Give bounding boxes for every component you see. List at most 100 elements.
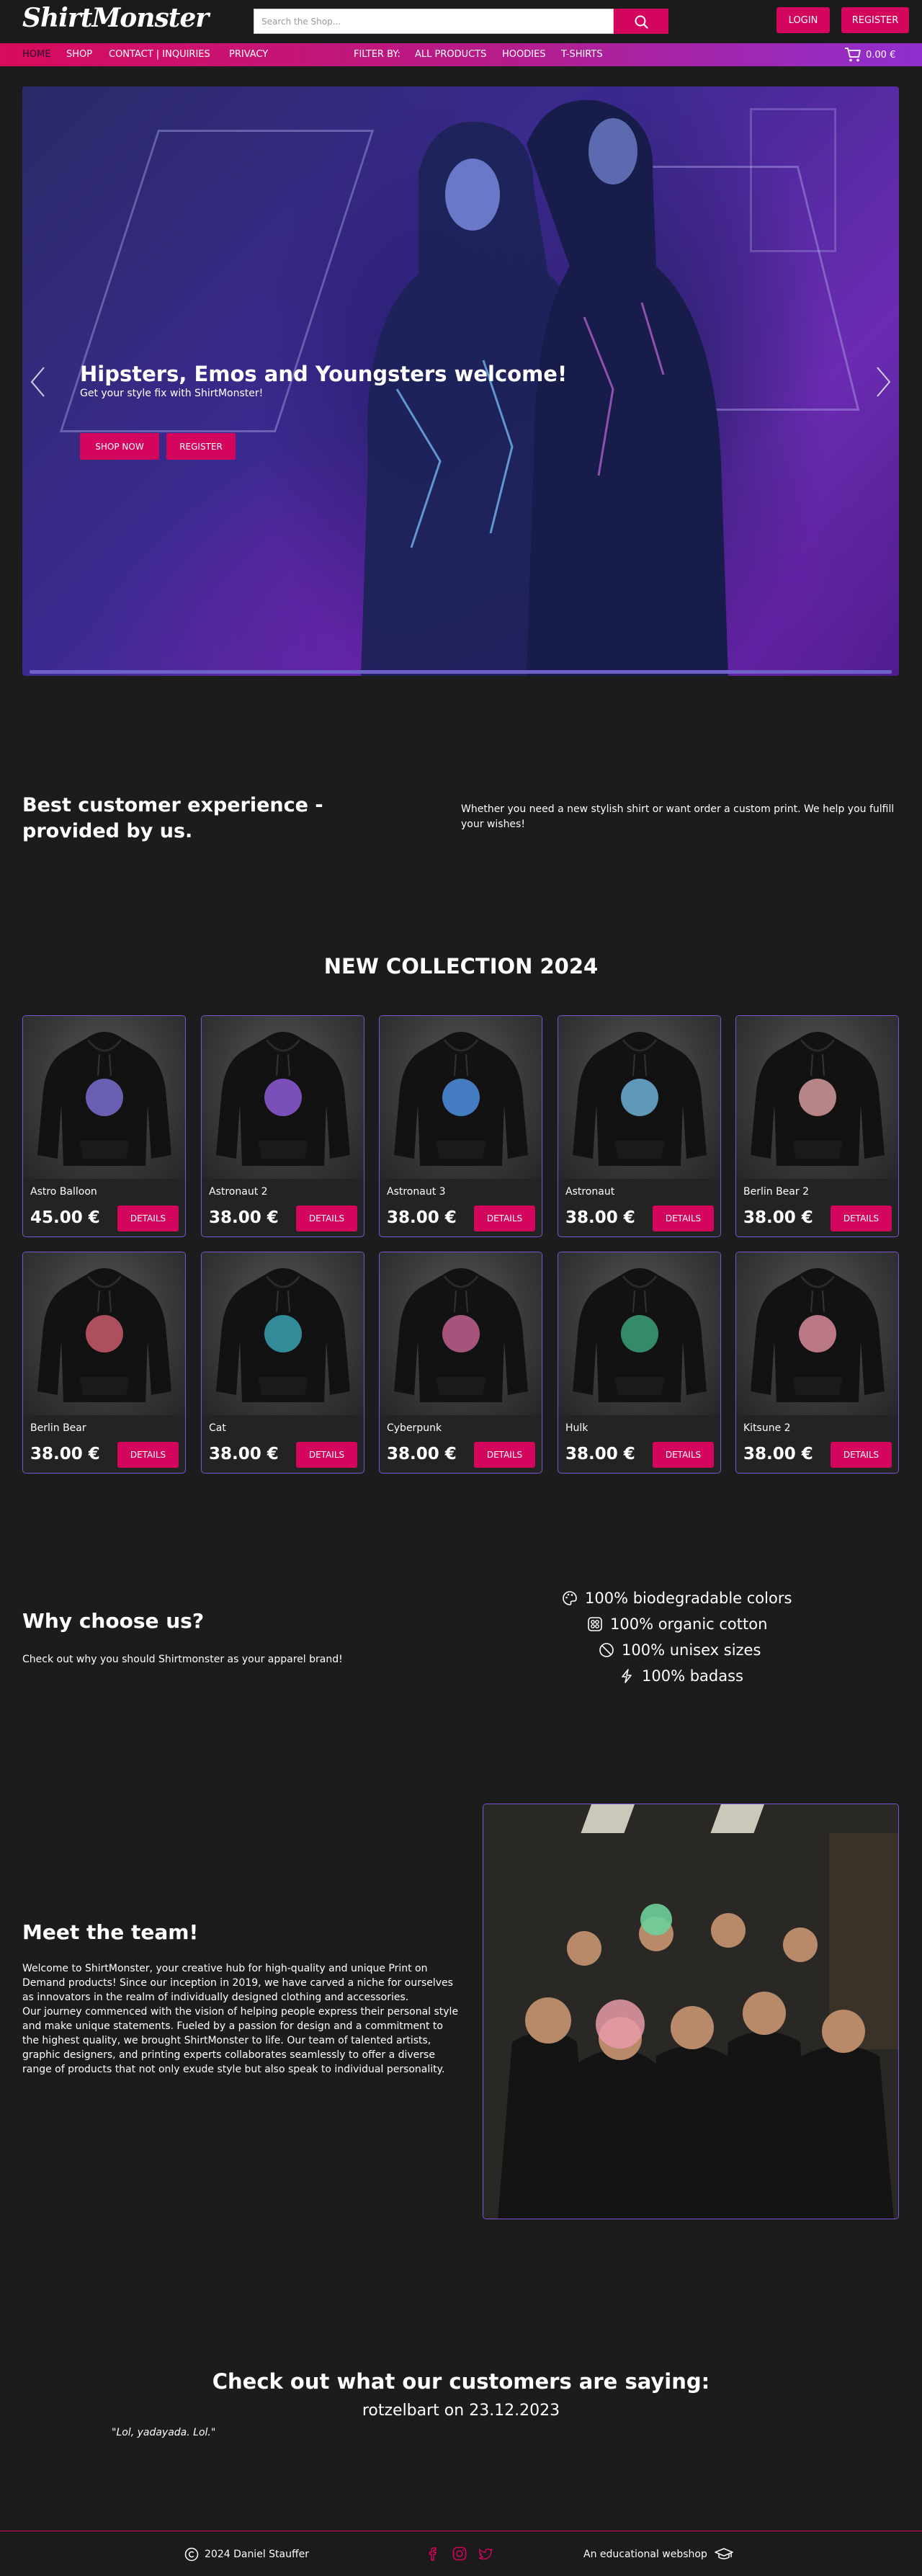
hoodie-illustration bbox=[750, 1032, 885, 1166]
feature-item: 100% unisex sizes bbox=[599, 1641, 761, 1659]
nav-privacy[interactable]: PRIVACY bbox=[229, 49, 268, 60]
product-details-button[interactable]: DETAILS bbox=[296, 1442, 357, 1468]
hoodie-illustration bbox=[37, 1032, 171, 1166]
product-price: 45.00 € bbox=[30, 1208, 100, 1227]
product-card[interactable]: Astronaut 2 38.00 € DETAILS bbox=[201, 1015, 364, 1237]
product-details-button[interactable]: DETAILS bbox=[831, 1442, 892, 1468]
social-links bbox=[426, 2546, 493, 2562]
twitter-icon[interactable] bbox=[478, 2546, 493, 2562]
product-price: 38.00 € bbox=[565, 1445, 635, 1463]
product-image[interactable] bbox=[380, 1252, 542, 1415]
facebook-icon[interactable] bbox=[426, 2546, 442, 2562]
product-name[interactable]: Astronaut 3 bbox=[387, 1186, 446, 1198]
search-button[interactable] bbox=[614, 9, 668, 34]
hoodie-illustration bbox=[215, 1268, 350, 1402]
why-heading: Why choose us? bbox=[22, 1609, 205, 1633]
feature-item: 100% badass bbox=[619, 1667, 743, 1685]
chevron-left-icon bbox=[30, 367, 45, 397]
product-image[interactable] bbox=[23, 1016, 185, 1179]
hoodie-print bbox=[798, 1079, 836, 1116]
hero-carousel: Hipsters, Emos and Youngsters welcome! G… bbox=[22, 86, 899, 676]
nav-contact[interactable]: CONTACT | INQUIRIES bbox=[109, 49, 210, 60]
product-image[interactable] bbox=[736, 1252, 898, 1415]
product-price: 38.00 € bbox=[30, 1445, 100, 1463]
product-card[interactable]: Cat 38.00 € DETAILS bbox=[201, 1252, 364, 1474]
product-price: 38.00 € bbox=[209, 1208, 279, 1227]
product-details-button[interactable]: DETAILS bbox=[653, 1442, 714, 1468]
team-heading: Meet the team! bbox=[22, 1920, 199, 1944]
hoodie-illustration bbox=[750, 1268, 885, 1402]
product-name[interactable]: Berlin Bear bbox=[30, 1422, 86, 1434]
chevron-right-icon bbox=[877, 367, 891, 397]
filter-hoodies[interactable]: HOODIES bbox=[502, 49, 546, 60]
carousel-next-button[interactable] bbox=[873, 360, 895, 404]
hoodie-illustration bbox=[393, 1032, 528, 1166]
product-image[interactable] bbox=[558, 1252, 720, 1415]
unisex-icon bbox=[599, 1643, 614, 1657]
product-name[interactable]: Kitsune 2 bbox=[743, 1422, 791, 1434]
product-card[interactable]: Berlin Bear 2 38.00 € DETAILS bbox=[735, 1015, 899, 1237]
product-image[interactable] bbox=[558, 1016, 720, 1179]
team-photo bbox=[483, 1804, 899, 2219]
product-image[interactable] bbox=[202, 1016, 364, 1179]
product-card[interactable]: Kitsune 2 38.00 € DETAILS bbox=[735, 1252, 899, 1474]
hoodie-print bbox=[442, 1079, 480, 1116]
cart-button[interactable]: 0.00 € bbox=[844, 47, 895, 63]
feature-text: 100% biodegradable colors bbox=[585, 1590, 792, 1607]
product-details-button[interactable]: DETAILS bbox=[117, 1442, 179, 1468]
product-details-button[interactable]: DETAILS bbox=[474, 1442, 535, 1468]
product-price: 38.00 € bbox=[565, 1208, 635, 1227]
product-name[interactable]: Berlin Bear 2 bbox=[743, 1186, 809, 1198]
copyright-text: 2024 Daniel Stauffer bbox=[205, 2549, 309, 2560]
cotton-icon bbox=[588, 1617, 602, 1631]
product-details-button[interactable]: DETAILS bbox=[831, 1205, 892, 1231]
search-bar bbox=[254, 9, 668, 34]
product-image[interactable] bbox=[736, 1016, 898, 1179]
nav-shop[interactable]: SHOP bbox=[66, 49, 92, 60]
hoodie-print bbox=[620, 1079, 658, 1116]
testimonial-author: rotzelbart on 23.12.2023 bbox=[362, 2402, 560, 2420]
register-button[interactable]: REGISTER bbox=[841, 7, 909, 33]
product-card[interactable]: Astro Balloon 45.00 € DETAILS bbox=[22, 1015, 186, 1237]
product-details-button[interactable]: DETAILS bbox=[296, 1205, 357, 1231]
product-card[interactable]: Astronaut 3 38.00 € DETAILS bbox=[379, 1015, 542, 1237]
team-paragraph: Our journey commenced with the vision of… bbox=[22, 2006, 459, 2075]
shop-now-button[interactable]: SHOP NOW bbox=[80, 433, 159, 460]
main-nav: HOME SHOP CONTACT | INQUIRIES PRIVACY FI… bbox=[0, 43, 922, 66]
hoodie-illustration bbox=[37, 1268, 171, 1402]
experience-text: Whether you need a new stylish shirt or … bbox=[461, 803, 895, 830]
filter-all-products[interactable]: ALL PRODUCTS bbox=[415, 49, 486, 60]
product-name[interactable]: Cat bbox=[209, 1422, 226, 1434]
product-name[interactable]: Astronaut 2 bbox=[209, 1186, 268, 1198]
neon-line-decoration bbox=[750, 108, 836, 252]
carousel-prev-button[interactable] bbox=[27, 360, 48, 404]
product-card[interactable]: Berlin Bear 38.00 € DETAILS bbox=[22, 1252, 186, 1474]
hero-register-button[interactable]: REGISTER bbox=[166, 433, 236, 460]
hoodie-print bbox=[620, 1315, 658, 1352]
product-name[interactable]: Cyberpunk bbox=[387, 1422, 442, 1434]
hero-subtitle: Get your style fix with ShirtMonster! bbox=[80, 388, 264, 399]
feature-text: 100% organic cotton bbox=[610, 1615, 768, 1633]
login-button[interactable]: LOGIN bbox=[776, 7, 830, 33]
product-card[interactable]: Hulk 38.00 € DETAILS bbox=[558, 1252, 721, 1474]
product-name[interactable]: Astronaut bbox=[565, 1186, 614, 1198]
product-card[interactable]: Astronaut 38.00 € DETAILS bbox=[558, 1015, 721, 1237]
nav-home[interactable]: HOME bbox=[22, 49, 50, 60]
product-card[interactable]: Cyberpunk 38.00 € DETAILS bbox=[379, 1252, 542, 1474]
product-price: 38.00 € bbox=[743, 1445, 813, 1463]
filter-tshirts[interactable]: T-SHIRTS bbox=[561, 49, 603, 60]
team-photo-illustration bbox=[483, 1804, 898, 2219]
product-details-button[interactable]: DETAILS bbox=[474, 1205, 535, 1231]
product-image[interactable] bbox=[202, 1252, 364, 1415]
search-icon bbox=[635, 15, 648, 29]
search-input[interactable] bbox=[254, 9, 614, 34]
product-image[interactable] bbox=[380, 1016, 542, 1179]
product-image[interactable] bbox=[23, 1252, 185, 1415]
product-details-button[interactable]: DETAILS bbox=[653, 1205, 714, 1231]
product-details-button[interactable]: DETAILS bbox=[117, 1205, 179, 1231]
instagram-icon[interactable] bbox=[452, 2546, 467, 2562]
site-logo[interactable]: ShirtMonster bbox=[22, 3, 209, 33]
cart-icon bbox=[845, 48, 861, 62]
product-name[interactable]: Hulk bbox=[565, 1422, 588, 1434]
product-name[interactable]: Astro Balloon bbox=[30, 1186, 97, 1198]
